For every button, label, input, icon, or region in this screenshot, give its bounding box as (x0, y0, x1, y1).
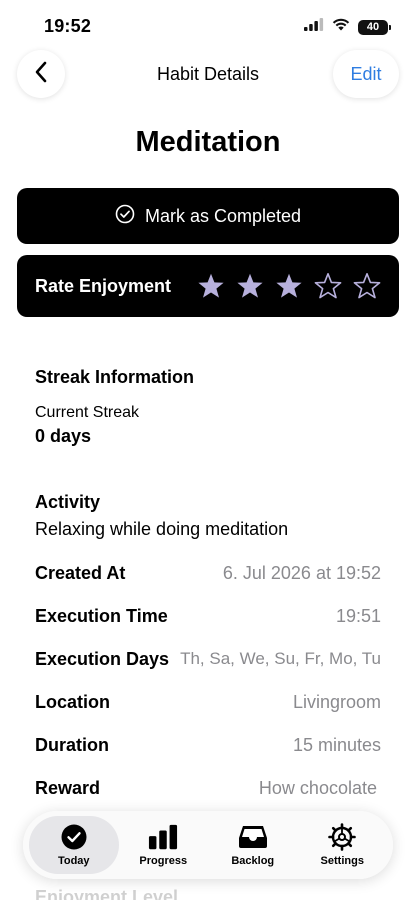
tab-settings[interactable]: Settings (298, 816, 388, 874)
edit-button[interactable]: Edit (333, 50, 399, 98)
enjoyment-level-label: Enjoyment Level (35, 886, 179, 900)
bar-chart-icon (148, 823, 178, 851)
current-streak-value: 0 days (35, 426, 92, 446)
battery-level: 40 (366, 21, 380, 33)
detail-value: 6. Jul 2026 at 19:52 (222, 562, 381, 583)
gear-icon (327, 823, 357, 851)
rate-enjoyment-label: Rate Enjoyment (35, 275, 172, 296)
detail-label: Duration (35, 734, 109, 755)
detail-value: How chocolate (258, 777, 377, 798)
tab-label: Progress (139, 855, 188, 867)
streak-section-title: Streak Information (35, 367, 195, 387)
star-rating (197, 272, 381, 300)
tab-backlog[interactable]: Backlog (208, 816, 298, 874)
detail-label: Location (35, 691, 110, 712)
mark-completed-label: Mark as Completed (144, 205, 302, 226)
star-outline-icon[interactable] (353, 272, 381, 300)
detail-label: Execution Days (35, 648, 170, 669)
current-streak-label: Current Streak (35, 404, 140, 421)
tab-label: Backlog (231, 855, 275, 867)
detail-row-execution-days: Execution Days Th, Sa, We, Su, Fr, Mo, T… (35, 646, 381, 672)
wifi-icon (332, 18, 350, 36)
detail-row-created-at: Created At 6. Jul 2026 at 19:52 (35, 560, 381, 586)
tab-bar: Today Progress Backlog Settings (23, 811, 393, 879)
cellular-signal-icon (304, 18, 324, 36)
page-title: Meditation (135, 126, 281, 158)
checkmark-circle-icon (115, 204, 135, 229)
tab-today[interactable]: Today (29, 816, 119, 874)
activity-label: Activity (35, 492, 101, 512)
detail-row-execution-time: Execution Time 19:51 (35, 603, 381, 629)
navigation-bar: Habit Details Edit (0, 50, 416, 100)
rate-enjoyment-row: Rate Enjoyment (17, 255, 399, 317)
mark-completed-button[interactable]: Mark as Completed (17, 188, 399, 244)
star-outline-icon[interactable] (314, 272, 342, 300)
detail-label: Reward (35, 777, 101, 798)
detail-value: Livingroom (292, 691, 381, 712)
faded-enjoyment-row: Enjoyment Level (35, 884, 381, 900)
tab-progress[interactable]: Progress (119, 816, 209, 874)
star-filled-icon[interactable] (236, 272, 264, 300)
activity-value: Relaxing while doing meditation (35, 519, 289, 539)
detail-value: Th, Sa, We, Su, Fr, Mo, Tu (180, 649, 381, 668)
detail-value: 19:51 (335, 605, 381, 626)
tab-label: Today (57, 855, 90, 867)
status-time: 19:52 (44, 16, 92, 36)
checkmark-circle-icon (59, 823, 89, 851)
detail-value: 15 minutes (292, 734, 381, 755)
detail-row-duration: Duration 15 minutes (35, 732, 381, 758)
detail-label: Created At (35, 562, 126, 583)
star-filled-icon[interactable] (275, 272, 303, 300)
battery-indicator: 40 (358, 19, 391, 35)
detail-row-reward: Reward How chocolate (35, 775, 377, 801)
detail-row-location: Location Livingroom (35, 689, 381, 715)
detail-label: Execution Time (35, 605, 168, 626)
status-bar: 19:52 40 (0, 0, 416, 50)
tab-label: Settings (320, 855, 364, 867)
star-filled-icon[interactable] (197, 272, 225, 300)
tray-icon (238, 823, 268, 851)
status-icons: 40 (304, 18, 391, 36)
